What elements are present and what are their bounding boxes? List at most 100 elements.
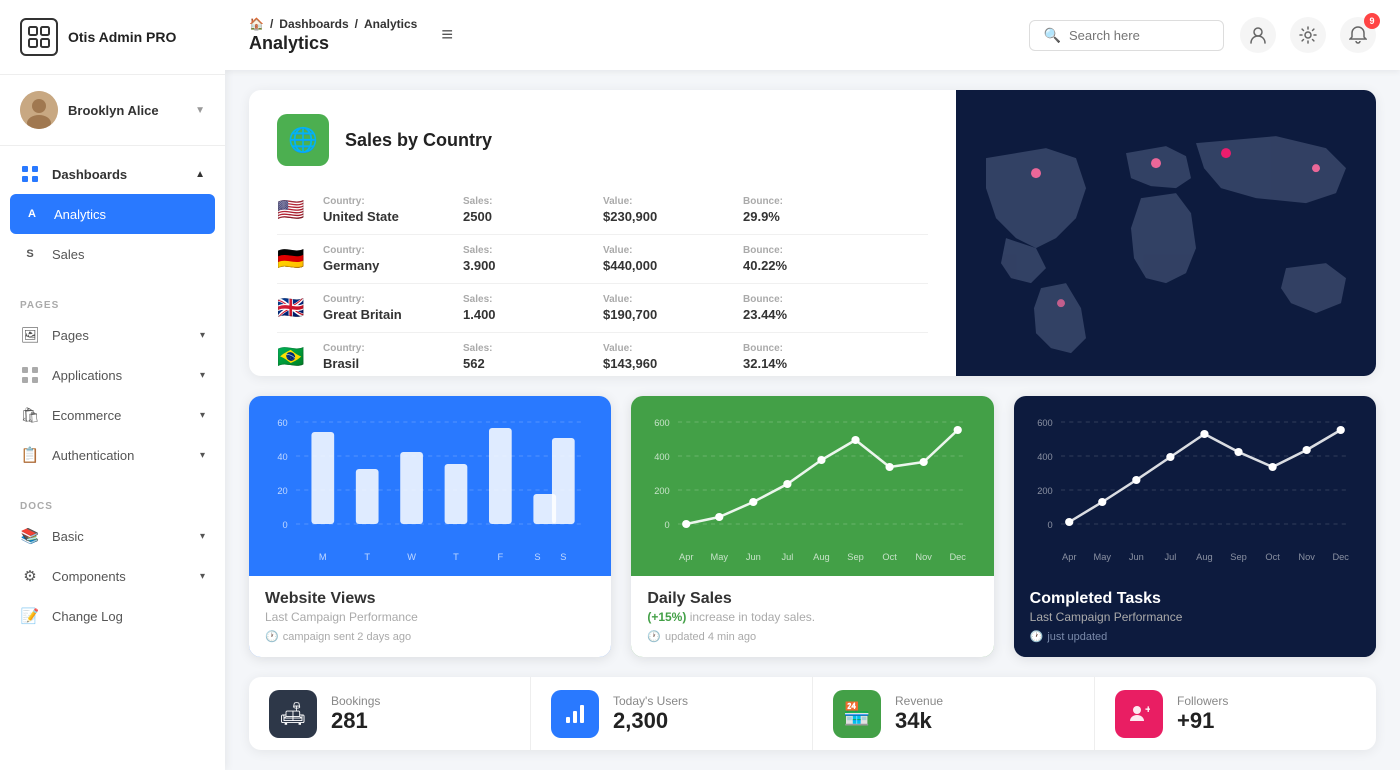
value-col: Value: $230,900 <box>603 196 703 224</box>
followers-value: +91 <box>1177 708 1228 734</box>
users-value: 2,300 <box>613 708 688 734</box>
home-icon: 🏠 <box>249 17 264 31</box>
country-data-us: Country: United State Sales: 2500 Value:… <box>323 196 928 224</box>
daily-chart-area: 600 400 200 0 <box>631 396 993 576</box>
clock-icon: 🕐 <box>265 630 279 643</box>
sidebar-item-authentication[interactable]: 📋 Authentication ▾ <box>0 435 225 475</box>
svg-text:0: 0 <box>1047 520 1052 530</box>
sidebar-item-pages[interactable]: 🖼 Pages ▾ <box>0 315 225 355</box>
avatar <box>20 91 58 129</box>
svg-text:400: 400 <box>1037 452 1052 462</box>
daily-chart-subtitle: (+15%) increase in today sales. <box>647 610 977 624</box>
daily-chart-title: Daily Sales <box>647 590 977 608</box>
sales-by-country-card: 🌐 Sales by Country 🇺🇸 Country: United St… <box>249 90 1376 376</box>
svg-text:T: T <box>364 552 370 562</box>
svg-text:Jun: Jun <box>1129 552 1144 562</box>
svg-text:Aug: Aug <box>814 552 831 562</box>
svg-text:60: 60 <box>277 418 287 428</box>
authentication-chevron: ▾ <box>200 450 205 461</box>
website-chart-title: Website Views <box>265 590 595 608</box>
sales-label: Sales <box>52 247 85 262</box>
sidebar-item-changelog[interactable]: 📝 Change Log <box>0 596 225 636</box>
sidebar-item-components[interactable]: ⚙ Components ▾ <box>0 556 225 596</box>
stat-followers: + Followers +91 <box>1095 677 1376 750</box>
col-label: Bounce: <box>743 196 843 207</box>
menu-toggle-button[interactable]: ≡ <box>441 24 453 47</box>
svg-text:Nov: Nov <box>916 552 933 562</box>
svg-text:May: May <box>711 552 729 562</box>
table-row: 🇧🇷 Country:Brasil Sales:562 Value:$143,9… <box>277 333 928 376</box>
breadcrumb-sep2: / <box>355 17 358 31</box>
stat-followers-data: Followers +91 <box>1177 694 1228 734</box>
col-value: 2500 <box>463 209 563 224</box>
charts-row: 60 40 20 0 M T <box>249 396 1376 657</box>
tasks-chart-area: 600 400 200 0 Apr <box>1014 396 1376 576</box>
breadcrumb-analytics: Analytics <box>364 17 417 31</box>
bookings-icon: 🛋 <box>269 690 317 738</box>
revenue-value: 34k <box>895 708 943 734</box>
stat-bookings-data: Bookings 281 <box>331 694 380 734</box>
pages-nav: PAGES 🖼 Pages ▾ Applications ▾ 🛍 Ecommer… <box>0 282 225 483</box>
sidebar-item-applications[interactable]: Applications ▾ <box>0 355 225 395</box>
svg-text:0: 0 <box>283 520 288 530</box>
sidebar-item-dashboards[interactable]: Dashboards ▲ <box>0 154 225 194</box>
svg-text:600: 600 <box>655 418 670 428</box>
svg-text:400: 400 <box>655 452 670 462</box>
logo-icon <box>20 18 58 56</box>
tasks-chart-subtitle: Last Campaign Performance <box>1030 610 1360 624</box>
sidebar-item-ecommerce[interactable]: 🛍 Ecommerce ▾ <box>0 395 225 435</box>
notifications-button[interactable]: 9 <box>1340 17 1376 53</box>
chevron-down-icon: ▼ <box>195 105 205 116</box>
svg-text:+: + <box>1145 704 1150 716</box>
clock-icon: 🕐 <box>1030 630 1044 643</box>
pages-label: Pages <box>52 328 89 343</box>
website-chart-time: 🕐 campaign sent 2 days ago <box>265 630 595 643</box>
sidebar-item-sales[interactable]: S Sales <box>0 234 225 274</box>
website-chart-area: 60 40 20 0 M T <box>249 396 611 576</box>
authentication-icon: 📋 <box>20 445 40 465</box>
tasks-chart-time: 🕐 just updated <box>1030 630 1360 643</box>
svg-text:S: S <box>534 552 540 562</box>
page-title: Analytics <box>249 33 417 54</box>
stat-users: Today's Users 2,300 <box>531 677 813 750</box>
dashboards-icon <box>20 164 40 184</box>
followers-icon: + <box>1115 690 1163 738</box>
flag-de: 🇩🇪 <box>277 246 309 272</box>
ecommerce-icon: 🛍 <box>20 405 40 425</box>
settings-button[interactable] <box>1290 17 1326 53</box>
col-label: Country: <box>323 196 423 207</box>
svg-text:Nov: Nov <box>1298 552 1315 562</box>
bookings-label: Bookings <box>331 694 380 708</box>
basic-icon: 📚 <box>20 526 40 546</box>
bounce-col: Bounce: 29.9% <box>743 196 843 224</box>
bookings-value: 281 <box>331 708 380 734</box>
analytics-letter: A <box>22 204 42 224</box>
world-map-container <box>956 90 1376 376</box>
daily-chart-time: 🕐 updated 4 min ago <box>647 630 977 643</box>
user-profile-button[interactable] <box>1240 17 1276 53</box>
sidebar-item-analytics[interactable]: A Analytics <box>10 194 215 234</box>
search-box[interactable]: 🔍 <box>1029 20 1224 51</box>
header-title-group: 🏠 / Dashboards / Analytics Analytics <box>249 17 417 54</box>
search-icon: 🔍 <box>1044 27 1061 44</box>
notification-badge: 9 <box>1364 13 1380 29</box>
svg-text:W: W <box>407 552 416 562</box>
applications-icon <box>20 365 40 385</box>
col-label: Sales: <box>463 196 563 207</box>
analytics-label: Analytics <box>54 207 106 222</box>
svg-text:S: S <box>560 552 566 562</box>
content-area: 🌐 Sales by Country 🇺🇸 Country: United St… <box>225 70 1400 770</box>
basic-label: Basic <box>52 529 84 544</box>
svg-text:40: 40 <box>277 452 287 462</box>
sidebar-item-basic[interactable]: 📚 Basic ▾ <box>0 516 225 556</box>
pages-chevron: ▾ <box>200 330 205 341</box>
svg-text:Apr: Apr <box>1062 552 1076 562</box>
header-actions: 9 <box>1240 17 1376 53</box>
docs-nav: DOCS 📚 Basic ▾ ⚙ Components ▾ 📝 Change L… <box>0 483 225 644</box>
sidebar-logo[interactable]: Otis Admin PRO <box>0 0 225 75</box>
sales-card-left: 🌐 Sales by Country 🇺🇸 Country: United St… <box>249 90 956 376</box>
ecommerce-label: Ecommerce <box>52 408 121 423</box>
user-section[interactable]: Brooklyn Alice ▼ <box>0 75 225 146</box>
user-name: Brooklyn Alice <box>68 103 185 118</box>
search-input[interactable] <box>1069 28 1209 43</box>
